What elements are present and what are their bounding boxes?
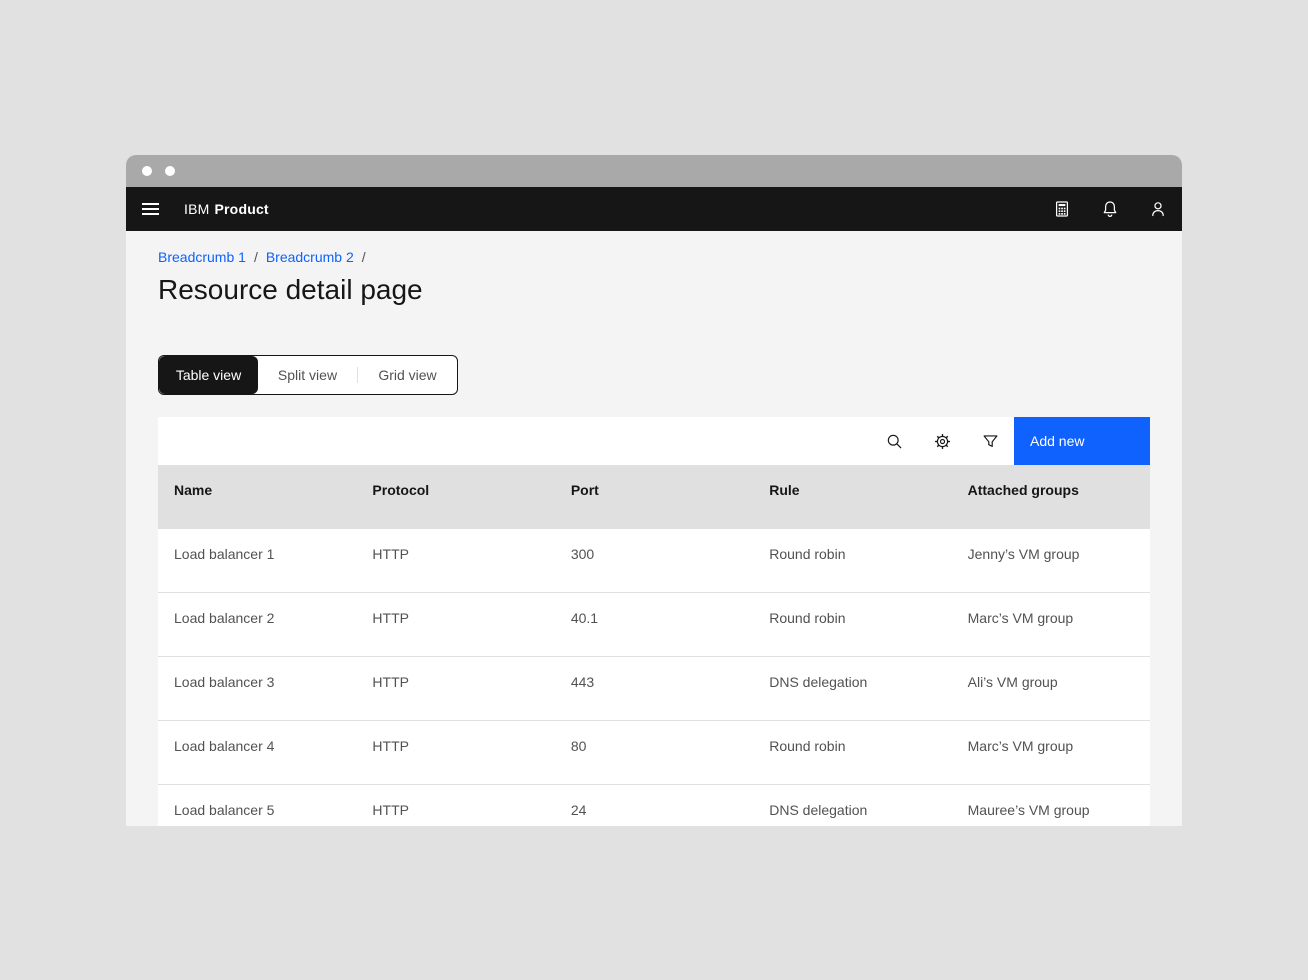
table-cell-port: 40.1 xyxy=(555,593,753,656)
filter-button[interactable] xyxy=(966,417,1014,465)
calculator-icon xyxy=(1053,200,1071,218)
table-toolbar: Add new xyxy=(158,417,1150,465)
table-body: Load balancer 1 HTTP 300 Round robin Jen… xyxy=(158,529,1150,826)
calculator-button[interactable] xyxy=(1038,187,1086,231)
table-cell-name: Load balancer 2 xyxy=(158,593,356,656)
table-cell-protocol: HTTP xyxy=(356,721,554,784)
table-row: Load balancer 5 HTTP 24 DNS delegation M… xyxy=(158,785,1150,826)
tab-table-view[interactable]: Table view xyxy=(159,356,258,394)
window-control-dot[interactable] xyxy=(142,166,152,176)
menu-button[interactable] xyxy=(126,187,174,231)
table-cell-port: 24 xyxy=(555,785,753,826)
table-cell-attached-groups: Jenny’s VM group xyxy=(952,529,1150,592)
table-cell-protocol: HTTP xyxy=(356,657,554,720)
column-header-attached-groups: Attached groups xyxy=(952,465,1150,529)
search-icon xyxy=(886,433,903,450)
breadcrumb-link-2[interactable]: Breadcrumb 2 xyxy=(266,248,354,266)
window-control-dot[interactable] xyxy=(165,166,175,176)
view-switcher: Table view Split view Grid view xyxy=(158,355,458,395)
table-cell-attached-groups: Marc’s VM group xyxy=(952,593,1150,656)
filter-funnel-icon xyxy=(982,433,999,450)
table-cell-rule: Round robin xyxy=(753,593,951,656)
page-content: Breadcrumb 1 / Breadcrumb 2 / Resource d… xyxy=(126,231,1182,826)
brand-prefix: IBM xyxy=(184,201,210,217)
settings-button[interactable] xyxy=(918,417,966,465)
table-cell-rule: DNS delegation xyxy=(753,657,951,720)
data-table: Add new Name Protocol Port Rule Attached… xyxy=(158,417,1150,826)
table-row: Load balancer 4 HTTP 80 Round robin Marc… xyxy=(158,721,1150,785)
column-header-name: Name xyxy=(158,465,356,529)
window-titlebar xyxy=(126,155,1182,187)
tab-grid-view[interactable]: Grid view xyxy=(358,356,457,394)
table-cell-attached-groups: Marc’s VM group xyxy=(952,721,1150,784)
table-cell-name: Load balancer 4 xyxy=(158,721,356,784)
table-cell-port: 443 xyxy=(555,657,753,720)
brand-name: Product xyxy=(215,201,269,217)
breadcrumb-separator: / xyxy=(254,248,258,266)
table-cell-name: Load balancer 5 xyxy=(158,785,356,826)
table-cell-protocol: HTTP xyxy=(356,529,554,592)
table-cell-rule: Round robin xyxy=(753,721,951,784)
column-header-port: Port xyxy=(555,465,753,529)
table-cell-port: 80 xyxy=(555,721,753,784)
table-cell-port: 300 xyxy=(555,529,753,592)
breadcrumb: Breadcrumb 1 / Breadcrumb 2 / xyxy=(158,248,1150,266)
breadcrumb-separator: / xyxy=(362,248,366,266)
app-window: IBM Product xyxy=(126,155,1182,826)
table-cell-protocol: HTTP xyxy=(356,785,554,826)
table-cell-attached-groups: Ali’s VM group xyxy=(952,657,1150,720)
tab-split-view[interactable]: Split view xyxy=(258,356,357,394)
settings-gear-icon xyxy=(934,433,951,450)
page-title: Resource detail page xyxy=(158,272,1150,308)
notifications-button[interactable] xyxy=(1086,187,1134,231)
table-cell-rule: Round robin xyxy=(753,529,951,592)
search-button[interactable] xyxy=(870,417,918,465)
brand: IBM Product xyxy=(184,201,269,217)
table-row: Load balancer 2 HTTP 40.1 Round robin Ma… xyxy=(158,593,1150,657)
table-row: Load balancer 1 HTTP 300 Round robin Jen… xyxy=(158,529,1150,593)
add-new-button[interactable]: Add new xyxy=(1014,417,1150,465)
table-cell-name: Load balancer 3 xyxy=(158,657,356,720)
column-header-rule: Rule xyxy=(753,465,951,529)
table-cell-rule: DNS delegation xyxy=(753,785,951,826)
user-button[interactable] xyxy=(1134,187,1182,231)
notification-bell-icon xyxy=(1101,200,1119,218)
menu-icon xyxy=(142,203,159,215)
table-cell-name: Load balancer 1 xyxy=(158,529,356,592)
breadcrumb-link-1[interactable]: Breadcrumb 1 xyxy=(158,248,246,266)
table-cell-protocol: HTTP xyxy=(356,593,554,656)
user-avatar-icon xyxy=(1149,200,1167,218)
table-header-row: Name Protocol Port Rule Attached groups xyxy=(158,465,1150,529)
table-cell-attached-groups: Mauree’s VM group xyxy=(952,785,1150,826)
app-header: IBM Product xyxy=(126,187,1182,231)
column-header-protocol: Protocol xyxy=(356,465,554,529)
table-row: Load balancer 3 HTTP 443 DNS delegation … xyxy=(158,657,1150,721)
